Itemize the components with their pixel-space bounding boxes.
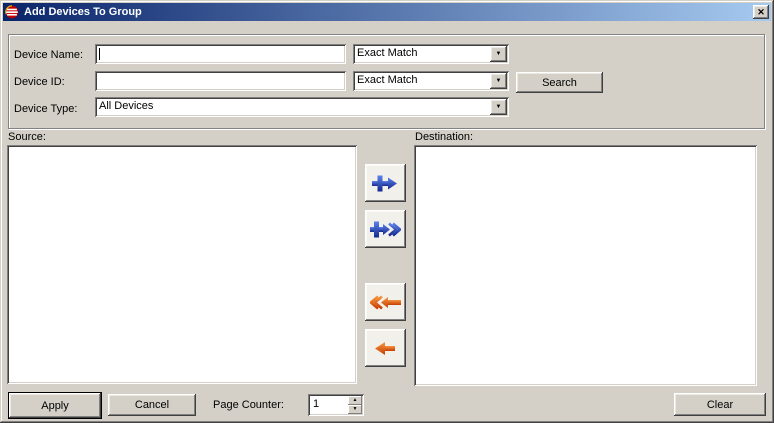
remove-icon	[375, 339, 396, 358]
add-all-icon	[370, 220, 401, 239]
destination-label: Destination:	[415, 131, 473, 143]
cancel-button-label: Cancel	[135, 399, 169, 411]
spinner-down-icon[interactable]: ▼	[348, 405, 362, 414]
spinner-buttons: ▲ ▼	[348, 396, 362, 414]
device-name-input[interactable]	[95, 44, 346, 64]
source-listbox[interactable]	[7, 145, 357, 384]
add-icon	[372, 174, 399, 193]
device-type-value: All Devices	[99, 100, 487, 112]
device-type-select[interactable]: All Devices ▼	[95, 97, 509, 117]
search-button[interactable]: Search	[516, 72, 603, 93]
clear-button-label: Clear	[707, 399, 733, 411]
add-devices-to-group-dialog: Add Devices To Group ✕ Device Name: Exac…	[0, 0, 774, 423]
source-label: Source:	[8, 131, 46, 143]
page-counter-spinner[interactable]: 1 ▲ ▼	[308, 394, 364, 416]
destination-listbox[interactable]	[414, 145, 757, 386]
search-button-label: Search	[542, 77, 577, 89]
device-id-match-value: Exact Match	[357, 74, 487, 86]
remove-all-icon	[370, 293, 401, 312]
device-type-label: Device Type:	[14, 103, 77, 115]
apply-button-label: Apply	[41, 400, 69, 412]
chevron-down-icon[interactable]: ▼	[490, 99, 507, 115]
device-id-label: Device ID:	[14, 76, 65, 88]
device-name-label: Device Name:	[14, 49, 83, 61]
app-icon	[5, 5, 19, 19]
page-counter-label: Page Counter:	[213, 399, 284, 411]
apply-button[interactable]: Apply	[8, 392, 102, 419]
close-icon: ✕	[757, 8, 765, 17]
device-id-input[interactable]	[95, 71, 346, 91]
add-selected-button[interactable]	[365, 164, 406, 202]
device-id-match-select[interactable]: Exact Match ▼	[353, 71, 509, 91]
cancel-button[interactable]: Cancel	[108, 394, 196, 416]
page-counter-value: 1	[313, 398, 319, 410]
close-button[interactable]: ✕	[753, 5, 769, 19]
remove-all-button[interactable]	[365, 283, 406, 321]
chevron-down-icon[interactable]: ▼	[490, 73, 507, 89]
add-all-button[interactable]	[365, 210, 406, 248]
title-bar: Add Devices To Group ✕	[3, 3, 771, 21]
text-cursor	[99, 48, 100, 60]
chevron-down-icon[interactable]: ▼	[490, 46, 507, 62]
device-name-match-select[interactable]: Exact Match ▼	[353, 44, 509, 64]
device-name-match-value: Exact Match	[357, 47, 487, 59]
clear-button[interactable]: Clear	[674, 393, 766, 416]
window-title: Add Devices To Group	[24, 6, 142, 18]
remove-selected-button[interactable]	[365, 329, 406, 367]
spinner-up-icon[interactable]: ▲	[348, 396, 362, 405]
